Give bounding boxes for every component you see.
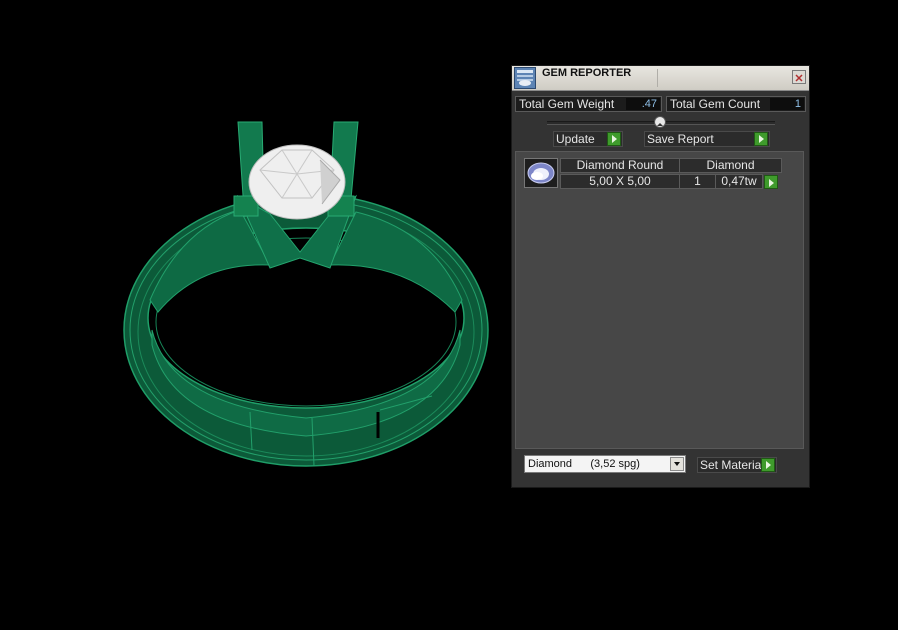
total-gem-count-field: Total Gem Count 1 [666, 96, 806, 112]
title-bar[interactable]: GEM REPORTER [512, 66, 809, 91]
material-dropdown[interactable]: Diamond (3,52 spg) [524, 455, 686, 473]
play-arrow-icon[interactable] [754, 132, 768, 146]
gem-list: Diamond Round Diamond 5,00 X 5,00 1 0,47… [515, 151, 804, 449]
gem-size-cell: 5,00 X 5,00 [560, 174, 680, 189]
gem-weight-cell: 0,47tw [715, 174, 763, 189]
diamond-gem [248, 144, 346, 220]
save-report-label: Save Report [647, 132, 714, 146]
update-button-label: Update [556, 132, 595, 146]
material-selected-value: Diamond (3,52 spg) [528, 458, 640, 470]
play-arrow-icon[interactable] [761, 458, 775, 472]
total-gem-count-value: 1 [770, 98, 804, 110]
total-gem-weight-value: .47 [626, 98, 660, 110]
total-gem-weight-field: Total Gem Weight .47 [515, 96, 662, 112]
total-gem-weight-label: Total Gem Weight [519, 97, 615, 111]
set-material-button[interactable]: Set Material [697, 457, 777, 473]
gem-reporter-window: GEM REPORTER Total Gem Weight .47 Total … [511, 65, 810, 488]
gem-reporter-icon [514, 67, 536, 89]
play-arrow-icon[interactable] [764, 175, 778, 189]
title-divider [657, 69, 658, 87]
save-report-button[interactable]: Save Report [644, 131, 770, 147]
splitter-toggle-icon[interactable] [654, 116, 666, 128]
gem-count-cell: 1 [679, 174, 716, 189]
update-button[interactable]: Update [553, 131, 623, 147]
total-gem-count-label: Total Gem Count [670, 97, 761, 111]
set-material-label: Set Material [700, 458, 765, 472]
play-arrow-icon[interactable] [607, 132, 621, 146]
gem-name-cell: Diamond Round [560, 158, 680, 173]
chevron-down-icon[interactable] [670, 457, 684, 471]
gem-material-cell: Diamond [679, 158, 782, 173]
round-gem-icon[interactable] [524, 158, 558, 188]
close-icon[interactable] [792, 70, 806, 84]
window-title: GEM REPORTER [542, 67, 632, 79]
